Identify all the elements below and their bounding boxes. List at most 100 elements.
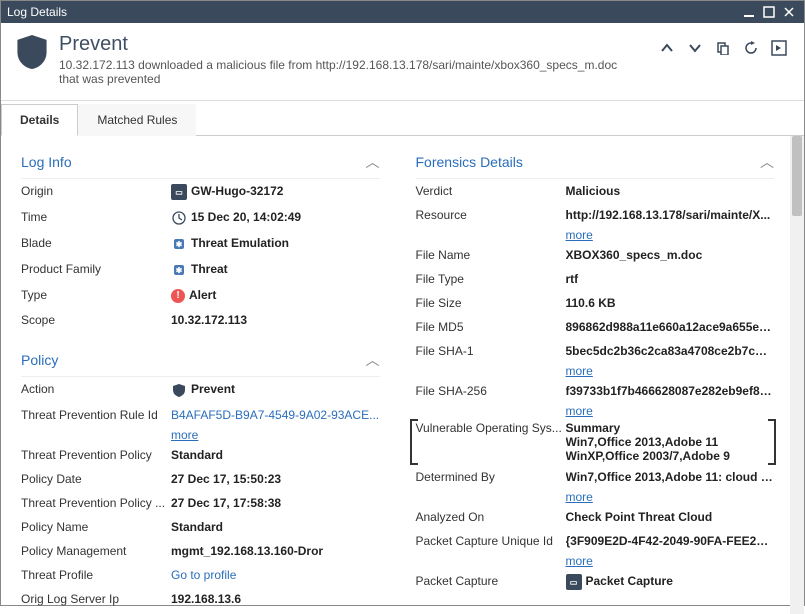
minimize-icon[interactable] <box>740 5 758 19</box>
page-description: 10.32.172.113 downloaded a malicious fil… <box>59 58 619 86</box>
chevron-up-icon: ︿ <box>366 350 380 370</box>
tab-matched-rules[interactable]: Matched Rules <box>78 104 196 136</box>
copy-icon[interactable] <box>714 39 732 57</box>
field-row: Packet Capture▭Packet Capture <box>416 569 775 595</box>
close-icon[interactable] <box>780 5 798 19</box>
field-row: Product Family✱Threat <box>21 257 380 283</box>
field-label: Determined By <box>416 470 566 484</box>
shield-icon <box>17 35 47 69</box>
field-label: File Size <box>416 296 566 310</box>
scrollbar[interactable] <box>790 136 804 614</box>
field-value: Win7,Office 2013,Adobe 11: cloud e... <box>566 470 775 484</box>
field-label: Type <box>21 288 171 303</box>
field-label: Threat Profile <box>21 568 171 582</box>
scrollbar-thumb[interactable] <box>792 136 802 216</box>
more-link[interactable]: more <box>566 227 775 243</box>
field-value: f39733b1f7b466628087e282eb9ef80f... <box>566 384 775 398</box>
chevron-up-icon: ︿ <box>366 152 380 172</box>
svg-text:✱: ✱ <box>176 240 183 249</box>
section-title: Log Info <box>21 154 72 170</box>
field-row: Analyzed OnCheck Point Threat Cloud <box>416 505 775 529</box>
field-label: Verdict <box>416 184 566 198</box>
field-value: Check Point Threat Cloud <box>566 510 775 524</box>
field-row: Type!Alert <box>21 283 380 308</box>
field-row: File Size110.6 KB <box>416 291 775 315</box>
refresh-icon[interactable] <box>742 39 760 57</box>
field-value: 27 Dec 17, 15:50:23 <box>171 472 380 486</box>
section-policy[interactable]: Policy ︿ <box>21 342 380 377</box>
field-row: Determined ByWin7,Office 2013,Adobe 11: … <box>416 465 775 489</box>
field-row: ActionPrevent <box>21 377 380 403</box>
field-row: Policy Managementmgmt_192.168.13.160-Dro… <box>21 539 380 563</box>
window-buttons <box>740 5 798 19</box>
field-value: Standard <box>171 448 380 462</box>
field-label: Action <box>21 382 171 398</box>
field-row: Resourcehttp://192.168.13.178/sari/maint… <box>416 203 775 227</box>
field-value: 896862d988a11e660a12ace9a655ef3d <box>566 320 775 334</box>
vulnerable-os-row: Vulnerable Operating Sys... Summary Win7… <box>416 419 775 465</box>
field-label: Policy Management <box>21 544 171 558</box>
left-column: Log Info ︿ Origin▭GW-Hugo-32172Time15 De… <box>1 136 396 614</box>
field-row: Policy NameStandard <box>21 515 380 539</box>
field-label: Policy Date <box>21 472 171 486</box>
field-row: Threat Prevention PolicyStandard <box>21 443 380 467</box>
prev-icon[interactable] <box>658 39 676 57</box>
field-row: Threat Prevention Rule IdB4AFAF5D-B9A7-4… <box>21 403 380 427</box>
cube-icon: ✱ <box>171 236 187 252</box>
field-label: File Type <box>416 272 566 286</box>
chevron-up-icon: ︿ <box>760 152 774 172</box>
field-row: File SHA-256f39733b1f7b466628087e282eb9e… <box>416 379 775 403</box>
more-link[interactable]: more <box>566 553 775 569</box>
field-row: Blade✱Threat Emulation <box>21 231 380 257</box>
field-value-link[interactable]: Go to profile <box>171 568 380 582</box>
field-row: File Typertf <box>416 267 775 291</box>
more-link[interactable]: more <box>566 363 775 379</box>
right-column: Forensics Details ︿ VerdictMaliciousReso… <box>396 136 791 614</box>
field-value: http://192.168.13.178/sari/mainte/X... <box>566 208 775 222</box>
field-value: ▭Packet Capture <box>566 574 775 590</box>
page-title: Prevent <box>59 33 658 56</box>
field-value: Standard <box>171 520 380 534</box>
field-row: Packet Capture Unique Id{3F909E2D-4F42-2… <box>416 529 775 553</box>
field-row: Policy Date27 Dec 17, 15:50:23 <box>21 467 380 491</box>
field-row: Origin▭GW-Hugo-32172 <box>21 179 380 205</box>
field-value: ▭GW-Hugo-32172 <box>171 184 380 200</box>
badge-icon: ▭ <box>566 574 582 590</box>
expand-icon[interactable] <box>770 39 788 57</box>
field-label: Analyzed On <box>416 510 566 524</box>
field-label: Threat Prevention Rule Id <box>21 408 171 422</box>
field-label: Origin <box>21 184 171 200</box>
more-link[interactable]: more <box>566 489 775 505</box>
badge-icon: ▭ <box>171 184 187 200</box>
field-row: Orig Log Server Ip192.168.13.6 <box>21 587 380 611</box>
field-label: Resource <box>416 208 566 222</box>
svg-text:✱: ✱ <box>176 266 183 275</box>
field-value: 5bec5dc2b36c2ca83a4708ce2b7cdd1... <box>566 344 775 358</box>
field-label: Scope <box>21 313 171 327</box>
field-label: Orig Log Server Ip <box>21 592 171 606</box>
alert-icon: ! <box>171 289 185 303</box>
more-link[interactable]: more <box>171 427 380 443</box>
field-value: mgmt_192.168.13.160-Dror <box>171 544 380 558</box>
field-value-link[interactable]: B4AFAF5D-B9A7-4549-9A02-93ACE... <box>171 408 380 422</box>
maximize-icon[interactable] <box>760 5 778 19</box>
field-value: rtf <box>566 272 775 286</box>
section-log-info[interactable]: Log Info ︿ <box>21 144 380 179</box>
window-title: Log Details <box>7 5 67 19</box>
field-value: 15 Dec 20, 14:02:49 <box>171 210 380 226</box>
field-row: File NameXBOX360_specs_m.doc <box>416 243 775 267</box>
field-value: XBOX360_specs_m.doc <box>566 248 775 262</box>
field-value: !Alert <box>171 288 380 303</box>
more-link[interactable]: more <box>566 403 775 419</box>
section-title: Forensics Details <box>416 154 523 170</box>
header-actions <box>658 33 788 86</box>
header: Prevent 10.32.172.113 downloaded a malic… <box>1 23 804 101</box>
field-label: Vulnerable Operating Sys... <box>416 421 566 463</box>
field-label: Threat Prevention Policy ... <box>21 496 171 510</box>
vulnerable-os-values[interactable]: Summary Win7,Office 2013,Adobe 11 WinXP,… <box>566 421 775 463</box>
field-label: Product Family <box>21 262 171 278</box>
section-forensics[interactable]: Forensics Details ︿ <box>416 144 775 179</box>
tab-details[interactable]: Details <box>1 104 78 136</box>
field-label: Threat Prevention Policy <box>21 448 171 462</box>
next-icon[interactable] <box>686 39 704 57</box>
